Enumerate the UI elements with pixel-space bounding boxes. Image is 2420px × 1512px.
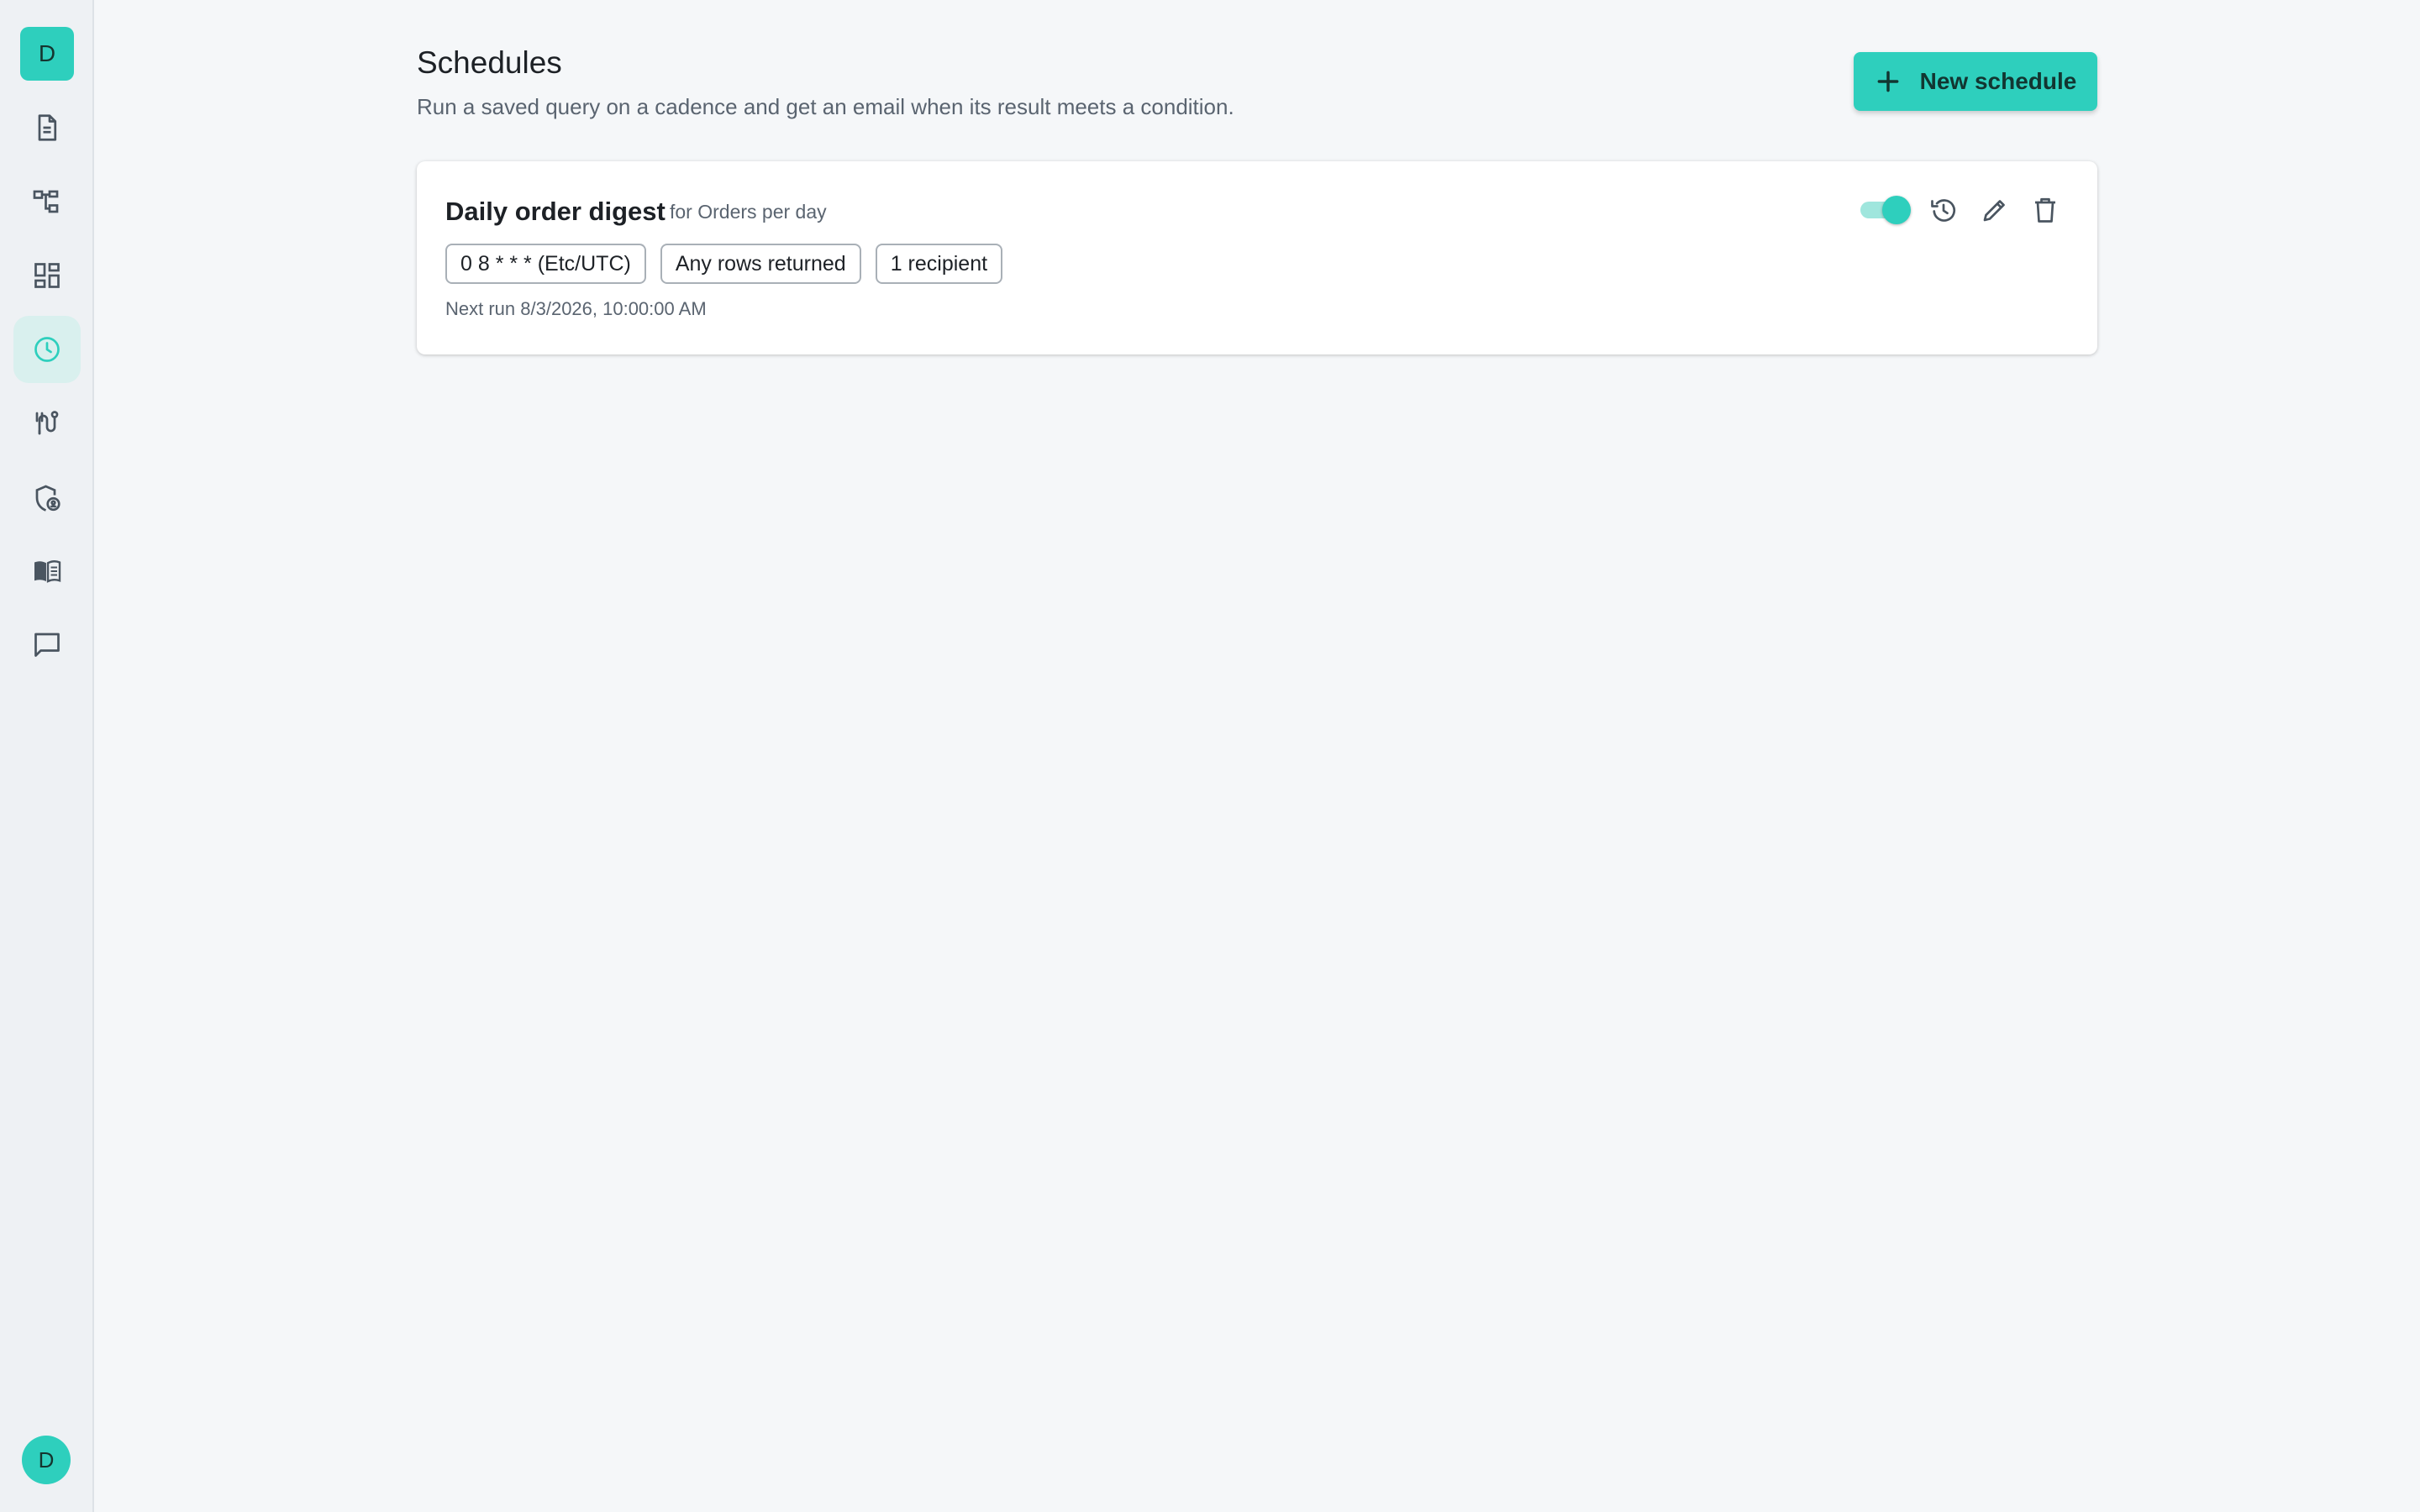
route-icon [35, 411, 59, 435]
new-schedule-label: New schedule [1919, 68, 2077, 94]
schedule-chips: 0 8 * * * (Etc/UTC) Any rows returned 1 … [445, 244, 1003, 284]
sidebar-item-documents[interactable] [13, 94, 81, 161]
shield-user-icon [35, 485, 60, 512]
sidebar-item-docs[interactable] [13, 538, 81, 605]
history-icon [1931, 199, 1956, 222]
schedule-name: Daily order digest [445, 197, 666, 226]
plus-icon [1877, 71, 1899, 92]
recipients-chip: 1 recipient [875, 244, 1003, 284]
cron-chip: 0 8 * * * (Etc/UTC) [445, 244, 646, 284]
sidebar-item-schedules[interactable] [13, 316, 81, 383]
sidebar-item-schema[interactable] [13, 168, 81, 235]
schedule-query-ref: for Orders per day [670, 201, 827, 223]
workspace-badge[interactable]: D [20, 27, 74, 81]
pencil-icon [1983, 200, 2005, 222]
dashboard-icon [34, 263, 60, 288]
schedule-card: Daily order digest for Orders per day 0 … [417, 161, 2097, 354]
clock-icon [34, 337, 60, 362]
sidebar-item-dashboards[interactable] [13, 242, 81, 309]
book-icon [34, 560, 61, 583]
history-button[interactable] [1925, 192, 1962, 228]
user-avatar[interactable]: D [22, 1436, 71, 1484]
condition-chip: Any rows returned [660, 244, 861, 284]
schema-icon [33, 190, 59, 213]
chat-icon [34, 633, 60, 657]
new-schedule-button[interactable]: New schedule [1854, 52, 2097, 111]
document-icon [38, 114, 57, 141]
sidebar-item-access[interactable] [13, 465, 81, 533]
sidebar-item-pipelines[interactable] [13, 390, 81, 457]
edit-button[interactable] [1976, 192, 2013, 228]
next-run-text: Next run 8/3/2026, 10:00:00 AM [445, 298, 707, 319]
trash-icon [2035, 197, 2055, 223]
sidebar: D D [0, 0, 94, 1512]
page-subtitle: Run a saved query on a cadence and get a… [417, 94, 1234, 119]
toggle-knob [1882, 196, 1911, 224]
page-title: Schedules [417, 45, 562, 80]
enabled-toggle[interactable] [1859, 193, 1911, 227]
sidebar-item-chat[interactable] [13, 611, 81, 678]
delete-button[interactable] [2027, 192, 2064, 228]
